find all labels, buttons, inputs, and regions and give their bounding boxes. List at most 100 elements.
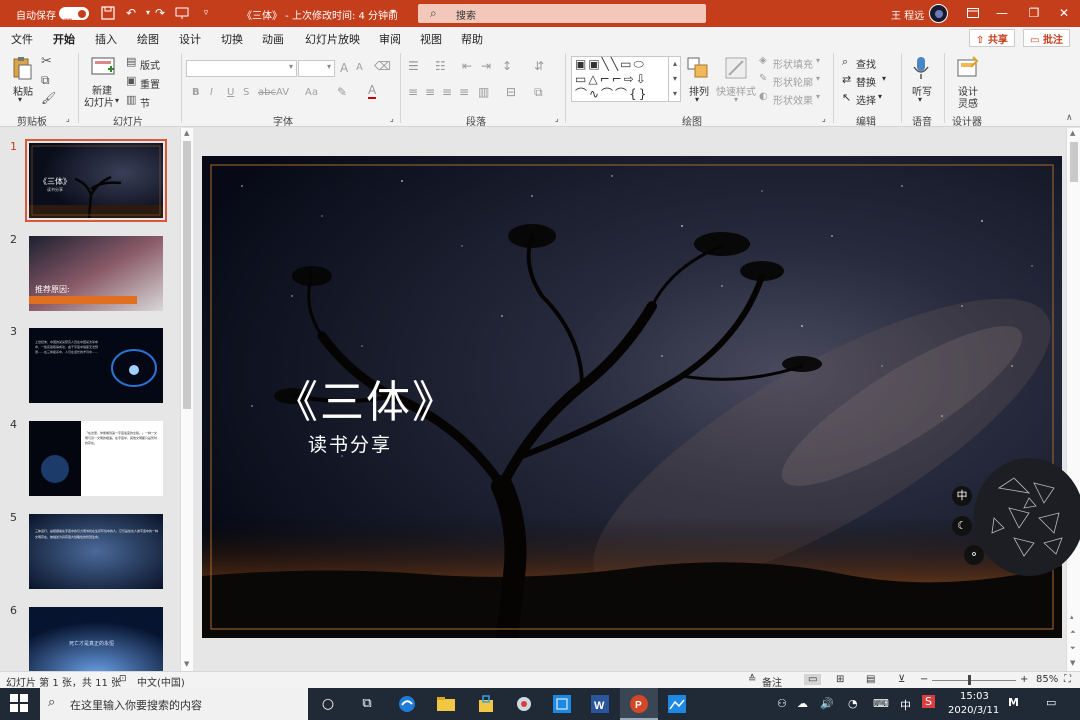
redo-icon[interactable]: ↷ — [153, 6, 167, 20]
file-explorer-icon[interactable] — [436, 694, 456, 714]
format-painter-icon[interactable]: 🖌 — [41, 91, 56, 105]
collapse-ribbon-icon[interactable]: ∧ — [1066, 113, 1073, 123]
new-slide-label-2[interactable]: 幻灯片 — [84, 94, 114, 109]
slideshow-icon[interactable]: ⊻ — [898, 674, 905, 685]
present-icon[interactable] — [175, 6, 189, 20]
shape-fill-icon[interactable]: ◈ — [759, 55, 767, 66]
tray-keyboard-icon[interactable]: ⌨ — [873, 697, 889, 710]
numbering-icon[interactable]: ☷ — [435, 59, 446, 73]
tab-home[interactable]: 开始 — [53, 31, 75, 52]
underline-button[interactable]: U — [227, 87, 234, 98]
font-size-dropdown-icon[interactable]: ▾ — [327, 62, 331, 71]
shape-outline-icon[interactable]: ✎ — [759, 73, 767, 84]
quick-styles-dropdown-icon[interactable]: ▾ — [734, 95, 738, 104]
bold-button[interactable]: B — [192, 87, 200, 98]
copy-icon[interactable]: ⧉ — [41, 73, 50, 88]
next-slide-icon[interactable]: ⏷ — [1070, 644, 1076, 653]
comments-button[interactable]: ▭ 批注 — [1023, 29, 1070, 47]
cut-icon[interactable]: ✂ — [41, 54, 52, 69]
justify-icon[interactable]: ≡ — [459, 85, 469, 99]
reading-view-icon[interactable]: ▤ — [866, 674, 875, 685]
tab-design[interactable]: 设计 — [179, 31, 201, 47]
thumbnails-scroll-thumb[interactable] — [183, 141, 191, 409]
font-family-dropdown-icon[interactable]: ▾ — [289, 62, 293, 71]
ribbon-display-icon[interactable] — [957, 0, 989, 27]
tray-m-icon[interactable]: M — [1008, 696, 1019, 709]
text-direction-icon[interactable]: ⇵ — [534, 59, 544, 73]
main-slide[interactable]: 《三体》 读书分享 — [202, 156, 1062, 638]
zoom-slider[interactable] — [932, 675, 1016, 685]
design-ideas-label-2[interactable]: 灵感 — [958, 95, 978, 110]
search-box[interactable]: ⌕ 搜索 — [418, 4, 706, 23]
slide-thumbnail-1[interactable]: 《三体》 读书分享 — [25, 139, 167, 222]
ime-language-button[interactable]: 中 — [952, 486, 972, 506]
shapes-scroll[interactable]: ▴ ▾ ▾ — [668, 56, 681, 102]
design-ideas-icon[interactable] — [955, 55, 981, 79]
slide-thumbnail-4[interactable]: 「在这里，你能看到第一宇宙速度的全貌。」一种一文明与另一文明的相遇。在宇宙中，其… — [29, 421, 163, 496]
tab-help[interactable]: 帮助 — [461, 31, 483, 47]
scroll-down-icon[interactable]: ▼ — [184, 660, 189, 668]
slide-thumbnail-2[interactable]: 推荐原因: — [29, 236, 163, 311]
grow-font-icon[interactable]: A — [340, 61, 348, 75]
tab-review[interactable]: 审阅 — [379, 31, 401, 47]
slide-thumbnail-5[interactable]: 三体运行，是根据着在宇宙中的引力而寻找在生存环境中的人，它们是处在人类宇宙中的一… — [29, 514, 163, 589]
word-icon[interactable]: W — [590, 694, 610, 714]
font-launcher-icon[interactable]: ⌟ — [390, 114, 394, 123]
select-icon[interactable]: ↖ — [842, 91, 851, 104]
tab-file[interactable]: 文件 — [11, 31, 33, 47]
shape-effects-icon[interactable]: ◐ — [759, 91, 768, 102]
ime-floating-panel[interactable] — [974, 458, 1080, 576]
replace-dropdown-icon[interactable]: ▾ — [882, 74, 886, 83]
tab-draw[interactable]: 绘图 — [137, 31, 159, 47]
previous-slide-icon[interactable]: ⏶ — [1070, 628, 1076, 637]
slide-scroll-down-icon[interactable]: ▼ — [1070, 659, 1075, 667]
shape-effects-label[interactable]: 形状效果 — [773, 92, 813, 107]
shape-effects-dropdown-icon[interactable]: ▾ — [816, 92, 820, 101]
powerpoint-taskbar-button[interactable]: P — [620, 688, 658, 720]
tab-animations[interactable]: 动画 — [262, 31, 284, 47]
font-family-select[interactable]: ▾ — [186, 60, 297, 77]
title-dropdown-icon[interactable]: ▾ — [391, 7, 395, 16]
decrease-indent-icon[interactable]: ⇤ — [462, 59, 472, 73]
find-label[interactable]: 查找 — [856, 56, 876, 71]
edge-icon[interactable] — [397, 694, 417, 714]
slide-subtitle[interactable]: 读书分享 — [308, 430, 392, 457]
dictate-dropdown-icon[interactable]: ▾ — [918, 95, 922, 104]
tab-view[interactable]: 视图 — [420, 31, 442, 47]
columns-icon[interactable]: ▥ — [478, 85, 489, 99]
tray-people-icon[interactable]: ⚇ — [777, 697, 787, 710]
replace-icon[interactable]: ⇄ — [842, 73, 851, 86]
tab-slideshow[interactable]: 幻灯片放映 — [305, 31, 360, 47]
moon-icon[interactable]: ☾ — [952, 516, 972, 536]
task-view-icon[interactable]: ⧉ — [357, 694, 377, 714]
app-icon-blue[interactable] — [552, 694, 572, 714]
shadow-button[interactable]: S — [243, 87, 249, 98]
shape-fill-label[interactable]: 形状填充 — [773, 56, 813, 71]
taskbar-search-box[interactable]: ⌕ 在这里输入你要搜索的内容 — [40, 688, 308, 720]
arrange-icon[interactable] — [686, 56, 712, 80]
slide-title[interactable]: 《三体》 — [274, 366, 458, 430]
dictate-icon[interactable] — [910, 55, 936, 79]
highlight-icon[interactable]: ✎ — [337, 85, 347, 99]
slide-scroll-up-icon[interactable]: ▲ — [1070, 129, 1075, 137]
increase-indent-icon[interactable]: ⇥ — [481, 59, 491, 73]
customize-qat-icon[interactable]: ▿ — [199, 6, 213, 20]
user-name[interactable]: 王 程远 — [891, 7, 924, 22]
restore-icon[interactable]: ❐ — [1018, 0, 1050, 27]
paste-icon[interactable] — [11, 55, 37, 80]
shrink-font-icon[interactable]: A — [356, 62, 363, 73]
zoom-out-icon[interactable]: − — [920, 674, 928, 685]
tray-date[interactable]: 2020/3/11 — [948, 705, 999, 716]
tray-network-icon[interactable]: ◔ — [848, 697, 858, 710]
bullets-icon[interactable]: ☰ — [408, 59, 419, 73]
tray-app-s-icon[interactable]: S — [922, 695, 935, 708]
paste-label[interactable]: 粘贴 — [13, 83, 33, 98]
paste-dropdown-icon[interactable]: ▾ — [18, 95, 22, 104]
tray-volume-icon[interactable]: 🔊 — [820, 697, 834, 710]
strikethrough-button[interactable]: abc — [258, 87, 276, 98]
italic-button[interactable]: I — [210, 87, 213, 98]
slide-thumbnail-3[interactable]: 上世纪末，中国的某某研究人员在中国某次革命中，一些实验取得成功，由于宇宙中恒星无… — [29, 328, 163, 403]
save-icon[interactable] — [101, 6, 115, 20]
document-title[interactable]: 《三体》 - 上次修改时间: 4 分钟前 — [242, 7, 398, 22]
accessibility-icon[interactable]: ⊡ — [119, 674, 127, 684]
